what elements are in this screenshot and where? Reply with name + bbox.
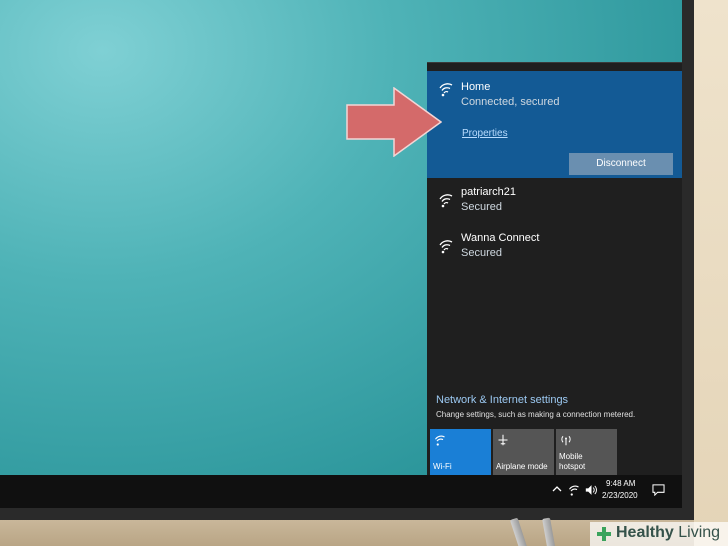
desktop-screen: Home Connected, secured Properties Disco…	[0, 0, 682, 508]
watermark-brand-bold: Healthy	[616, 524, 674, 541]
tile-label: Mobile hotspot	[559, 452, 586, 471]
network-status: Connected, secured	[461, 96, 560, 108]
network-name: Wanna Connect	[461, 232, 540, 244]
network-name: Home	[461, 81, 491, 93]
tile-label: Airplane mode	[496, 462, 548, 471]
network-item[interactable]: patriarch21 Secured	[427, 181, 682, 225]
watermark-brand-light: Living	[673, 524, 721, 541]
wifi-icon	[434, 434, 446, 446]
photo-stage: Home Connected, secured Properties Disco…	[0, 0, 728, 546]
network-settings-description: Change settings, such as making a connec…	[436, 410, 636, 419]
wifi-icon	[438, 192, 454, 208]
disconnect-button[interactable]: Disconnect	[569, 153, 673, 175]
airplane-mode-tile[interactable]: Airplane mode	[493, 429, 554, 475]
watermark: Healthy Living	[590, 522, 728, 546]
properties-link[interactable]: Properties	[462, 128, 508, 139]
watermark-text: Healthy Living	[616, 524, 720, 542]
clock-date[interactable]: 2/23/2020	[602, 491, 638, 500]
chevron-up-icon[interactable]	[550, 484, 564, 498]
wifi-icon[interactable]	[567, 484, 581, 498]
clock-time[interactable]: 9:48 AM	[606, 479, 635, 488]
wifi-icon	[438, 238, 454, 254]
network-status: Secured	[461, 247, 502, 259]
volume-icon[interactable]	[584, 484, 598, 498]
wifi-toggle-tile[interactable]: Wi-Fi	[430, 429, 491, 475]
airplane-icon	[497, 434, 509, 446]
network-settings-link[interactable]: Network & Internet settings	[436, 394, 568, 406]
plus-logo-icon	[596, 526, 612, 542]
tile-label: Wi-Fi	[433, 462, 452, 471]
wifi-flyout-panel: Home Connected, secured Properties Disco…	[427, 62, 682, 476]
hotspot-icon	[560, 434, 572, 446]
monitor-bezel: Home Connected, secured Properties Disco…	[0, 0, 694, 520]
network-name: patriarch21	[461, 186, 517, 198]
network-item[interactable]: Wanna Connect Secured	[427, 227, 682, 271]
monitor-stand	[505, 517, 595, 546]
mobile-hotspot-tile[interactable]: Mobile hotspot	[556, 429, 617, 475]
network-status: Secured	[461, 201, 502, 213]
action-center-icon[interactable]	[651, 484, 665, 498]
pointer-arrow-icon	[346, 87, 442, 157]
taskbar: 9:48 AM 2/23/2020	[0, 475, 682, 508]
active-network-card[interactable]: Home Connected, secured Properties Disco…	[427, 71, 682, 178]
